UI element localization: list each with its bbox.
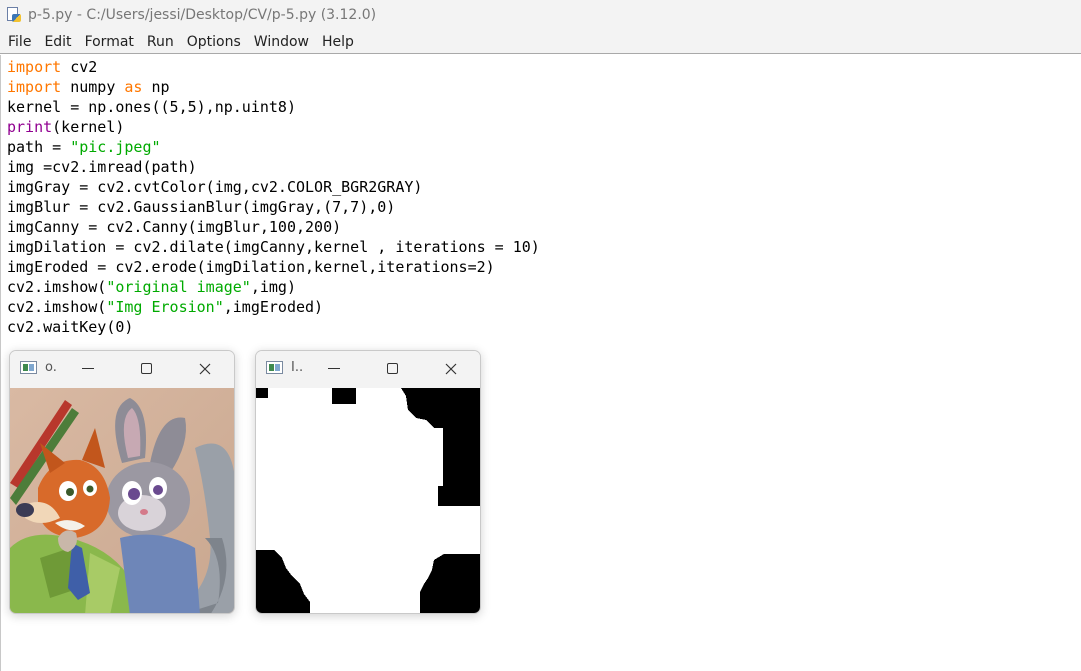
code-line[interactable]: imgGray = cv2.cvtColor(img,cv2.COLOR_BGR… (7, 178, 422, 196)
eroded-image-window[interactable]: I.. (255, 350, 481, 614)
window-title-text: I.. (291, 360, 304, 375)
code-line[interactable]: imgBlur = cv2.GaussianBlur(imgGray,(7,7)… (7, 198, 395, 216)
code-token: import (7, 78, 62, 96)
python-file-icon (6, 7, 22, 23)
close-icon (199, 363, 211, 375)
code-line[interactable]: img =cv2.imread(path) (7, 158, 197, 176)
code-token: (kernel) (52, 118, 125, 136)
code-line[interactable]: kernel = np.ones((5,5),np.uint8) (7, 98, 296, 116)
close-button[interactable] (195, 359, 215, 379)
code-token: cv2 (61, 58, 98, 76)
code-token: imgDilation = cv2.dilate(imgCanny,kernel… (7, 238, 540, 256)
code-line[interactable]: path = "pic.jpeg" (7, 138, 161, 156)
minimize-button[interactable] (78, 359, 98, 379)
menu-edit[interactable]: Edit (38, 30, 78, 54)
code-line[interactable]: imgEroded = cv2.erode(imgDilation,kernel… (7, 258, 495, 276)
code-token: imgBlur = cv2.GaussianBlur(imgGray,(7,7)… (7, 198, 396, 216)
code-line[interactable]: cv2.imshow("Img Erosion",imgEroded) (7, 298, 323, 316)
maximize-button[interactable] (382, 359, 402, 379)
menu-file[interactable]: File (2, 30, 38, 54)
code-token: ,imgEroded) (223, 298, 324, 316)
code-token: imgCanny = cv2.Canny(imgBlur,100,200) (7, 218, 342, 236)
code-line[interactable]: imgCanny = cv2.Canny(imgBlur,100,200) (7, 218, 341, 236)
code-line[interactable]: cv2.waitKey(0) (7, 318, 133, 336)
code-token: as (124, 78, 143, 96)
close-button[interactable] (441, 359, 461, 379)
menu-bar: File Edit Format Run Options Window Help (0, 30, 1081, 54)
code-token: cv2.waitKey(0) (7, 318, 134, 336)
code-line[interactable]: imgDilation = cv2.dilate(imgCanny,kernel… (7, 238, 540, 256)
maximize-icon (140, 363, 152, 374)
close-icon (445, 363, 457, 375)
code-token: imgGray = cv2.cvtColor(img,cv2.COLOR_BGR… (7, 178, 423, 196)
code-token: ,img) (250, 278, 296, 296)
code-token: print (7, 118, 53, 136)
code-text[interactable]: import cv2 import numpy as np kernel = n… (7, 57, 540, 337)
code-token: "pic.jpeg" (70, 138, 161, 156)
minimize-button[interactable] (324, 359, 344, 379)
menu-options[interactable]: Options (181, 30, 248, 54)
original-image-window[interactable]: o. (9, 350, 235, 614)
code-line[interactable]: import cv2 (7, 58, 97, 76)
eroded-image (256, 388, 480, 613)
window-caption[interactable]: I.. (256, 351, 480, 388)
code-token: cv2.imshow( (7, 278, 107, 296)
code-line[interactable]: cv2.imshow("original image",img) (7, 278, 296, 296)
opencv-window-icon (20, 361, 37, 374)
code-line[interactable]: print(kernel) (7, 118, 124, 136)
code-token: kernel = np.ones((5,5),np.uint8) (7, 98, 296, 116)
code-token: path = (7, 138, 71, 156)
code-token: "Img Erosion" (106, 298, 224, 316)
window-title: p-5.py - C:/Users/jessi/Desktop/CV/p-5.p… (28, 7, 377, 23)
maximize-icon (386, 363, 398, 374)
code-token: "original image" (106, 278, 251, 296)
window-title-text: o. (45, 360, 57, 375)
minimize-icon (328, 368, 340, 369)
code-token: numpy (61, 78, 125, 96)
menu-window[interactable]: Window (248, 30, 316, 54)
code-token: cv2.imshow( (7, 298, 107, 316)
window-caption[interactable]: o. (10, 351, 234, 388)
code-token: imgEroded = cv2.erode(imgDilation,kernel… (7, 258, 495, 276)
code-line[interactable]: import numpy as np (7, 78, 170, 96)
code-token: np (142, 78, 170, 96)
original-image (10, 388, 234, 613)
window-titlebar: p-5.py - C:/Users/jessi/Desktop/CV/p-5.p… (0, 0, 1081, 30)
code-token: import (7, 58, 62, 76)
code-token: img =cv2.imread(path) (7, 158, 197, 176)
opencv-window-icon (266, 361, 283, 374)
menu-help[interactable]: Help (316, 30, 361, 54)
minimize-icon (82, 368, 94, 369)
menu-run[interactable]: Run (141, 30, 181, 54)
maximize-button[interactable] (136, 359, 156, 379)
menu-format[interactable]: Format (79, 30, 141, 54)
